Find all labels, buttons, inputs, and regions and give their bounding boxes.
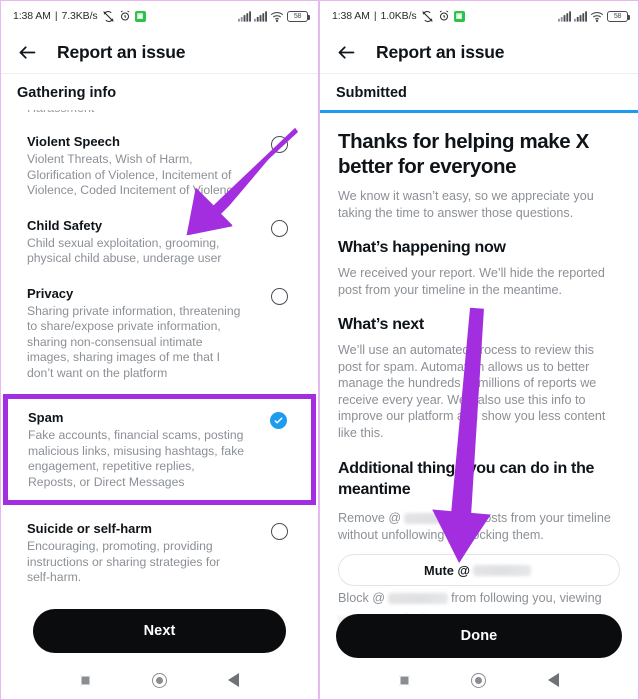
- block-prefix: Block @: [338, 591, 386, 605]
- blurred-username: [472, 564, 531, 576]
- status-time: 1:38 AM: [332, 10, 370, 22]
- option-row-spam[interactable]: Spam Fake accounts, financial scams, pos…: [8, 403, 311, 494]
- highlight-box-spam: Spam Fake accounts, financial scams, pos…: [3, 394, 316, 505]
- alarm-icon: [119, 10, 131, 22]
- radio-child-safety[interactable]: [271, 219, 288, 237]
- battery-level: 58: [613, 12, 622, 20]
- status-time: 1:38 AM: [13, 10, 51, 22]
- status-bar-left-group: 1:38 AM | 7.3KB/s ▣: [13, 10, 146, 23]
- option-description: Fake accounts, financial scams, posting …: [28, 428, 245, 489]
- page-title: Report an issue: [376, 41, 505, 62]
- section-title-submitted: Submitted: [320, 74, 638, 110]
- page-title: Report an issue: [57, 41, 186, 62]
- left-status-bar: 1:38 AM | 7.3KB/s ▣ 58: [1, 1, 318, 31]
- option-row-suicide-or-self-harm[interactable]: Suicide or self-harm Encouraging, promot…: [17, 511, 302, 595]
- heading-additional-things: Additional things you can do in the mean…: [338, 460, 595, 498]
- status-separator: |: [373, 10, 377, 22]
- blurred-username: [388, 593, 449, 605]
- signal-bars-icon: [254, 10, 267, 22]
- no-sync-icon: [421, 10, 434, 23]
- success-headline: Thanks for helping make X better for eve…: [338, 130, 589, 178]
- network-speed: 7.3KB/s: [61, 10, 98, 22]
- signal-bars-icon: [238, 10, 251, 22]
- right-scroll-body[interactable]: Thanks for helping make X better for eve…: [320, 113, 638, 699]
- body-whats-next: We’ll use an automated process to review…: [338, 343, 606, 440]
- block-description: Block @ from following you, viewing: [338, 590, 620, 607]
- option-title: Privacy: [27, 285, 74, 301]
- done-button[interactable]: Done: [336, 614, 622, 658]
- option-row-violent-speech[interactable]: Violent Speech Violent Threats, Wish of …: [17, 124, 302, 208]
- back-arrow-icon[interactable]: [15, 40, 39, 64]
- option-description: Encouraging, promoting, providing instru…: [27, 539, 221, 584]
- clipped-option-label: Harassment: [27, 110, 94, 115]
- radio-suicide-or-self-harm[interactable]: [271, 523, 288, 540]
- option-description: Child sexual exploitation, grooming, phy…: [27, 235, 222, 266]
- right-app-bar: Report an issue: [320, 31, 638, 74]
- blurred-username: [404, 513, 475, 525]
- circle-icon[interactable]: [471, 672, 487, 688]
- heading-whats-next: What’s next: [338, 316, 424, 333]
- green-app-icon: ▣: [453, 10, 465, 22]
- option-title: Violent Speech: [27, 134, 120, 149]
- option-title: Child Safety: [27, 217, 103, 233]
- no-sync-icon: [102, 10, 115, 23]
- option-title: Suicide or self-harm: [27, 521, 152, 536]
- radio-violent-speech[interactable]: [271, 136, 288, 153]
- square-icon[interactable]: [79, 674, 91, 686]
- mute-button[interactable]: Mute @: [338, 554, 620, 586]
- back-arrow-icon[interactable]: [334, 40, 358, 64]
- option-row-child-safety[interactable]: Child Safety Child sexual exploitation, …: [17, 208, 302, 276]
- battery-icon: 58: [287, 10, 310, 22]
- section-title-gathering-info: Gathering info: [1, 74, 318, 110]
- status-separator: |: [54, 10, 58, 22]
- option-description: Violent Threats, Wish of Harm, Glorifica…: [27, 152, 240, 197]
- dual-phone-screenshot: 1:38 AM | 7.3KB/s ▣ 58 Report an issue G…: [0, 0, 639, 700]
- green-app-icon: ▣: [134, 10, 146, 22]
- triangle-back-icon[interactable]: [228, 673, 240, 687]
- block-suffix: from following you, viewing: [451, 591, 602, 605]
- signal-bars-icon: [558, 10, 571, 22]
- right-status-bar: 1:38 AM | 1.0KB/s ▣ 58: [320, 1, 638, 31]
- body-whats-happening-now: We received your report. We’ll hide the …: [338, 266, 605, 297]
- right-cta-wrap: Done: [320, 614, 638, 658]
- right-nav-bar: [320, 661, 638, 699]
- circle-icon[interactable]: [151, 672, 167, 688]
- right-phone-screen: 1:38 AM | 1.0KB/s ▣ 58 Report an issue S…: [319, 0, 639, 700]
- network-speed: 1.0KB/s: [380, 10, 417, 22]
- left-scroll-body[interactable]: Harassment Violent Speech Violent Threat…: [1, 110, 318, 699]
- radio-privacy[interactable]: [271, 287, 288, 305]
- battery-level: 58: [293, 12, 302, 20]
- wifi-icon: [590, 11, 604, 22]
- remove-prefix: Remove @: [338, 511, 402, 525]
- signal-bars-icon: [574, 10, 587, 22]
- next-button[interactable]: Next: [33, 608, 286, 653]
- square-icon[interactable]: [398, 674, 410, 686]
- left-cta-wrap: Next: [17, 595, 302, 653]
- status-bar-right-group: 58: [238, 10, 310, 22]
- heading-whats-happening-now: What’s happening now: [338, 239, 506, 256]
- success-subtext: We know it wasn’t easy, so we appreciate…: [338, 189, 594, 220]
- remove-description: Remove @ posts from your timeline without…: [338, 510, 620, 544]
- left-phone-screen: 1:38 AM | 7.3KB/s ▣ 58 Report an issue G…: [0, 0, 319, 700]
- status-bar-right-group: 58: [558, 10, 630, 22]
- triangle-back-icon[interactable]: [548, 673, 560, 687]
- option-row-privacy[interactable]: Privacy Sharing private information, thr…: [17, 276, 302, 391]
- option-title: Spam: [28, 410, 64, 425]
- radio-spam-selected[interactable]: [270, 412, 287, 429]
- wifi-icon: [270, 11, 284, 22]
- alarm-icon: [438, 10, 450, 22]
- option-description: Sharing private information, threatening…: [27, 303, 241, 380]
- left-app-bar: Report an issue: [1, 31, 318, 74]
- left-nav-bar: [1, 661, 318, 699]
- clipped-option-harassment[interactable]: Harassment: [17, 110, 302, 124]
- mute-button-label: Mute @: [424, 562, 470, 578]
- battery-icon: 58: [607, 10, 630, 22]
- status-bar-left-group: 1:38 AM | 1.0KB/s ▣: [332, 10, 465, 23]
